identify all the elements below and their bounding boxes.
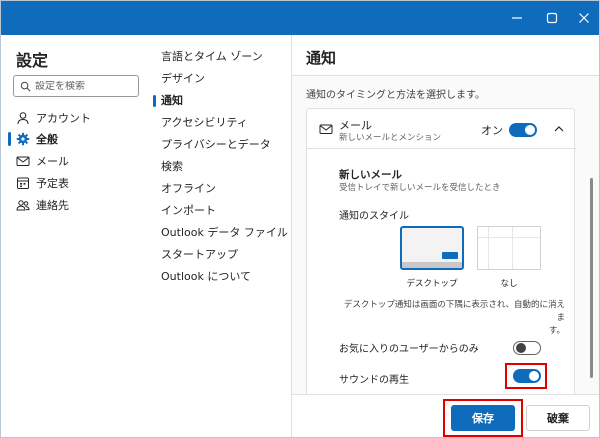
subnav-item-startup[interactable]: スタートアップ	[161, 247, 238, 263]
subnav-item-search[interactable]: 検索	[161, 159, 183, 175]
scrollbar-thumb[interactable]	[590, 178, 593, 378]
mail-card-subtitle: 新しいメールとメンション	[339, 133, 442, 143]
notifications-pane: 通知 通知のタイミングと方法を選択します。 メール 新しいメールとメンション オ…	[291, 35, 599, 437]
settings-window: 設定 アカウント 全般 メール 予定表 連絡先 言語とタイム ゾーン デザ	[0, 0, 600, 438]
mail-notification-card: メール 新しいメールとメンション オン 新しいメール 受信トレイで新しいメールを…	[306, 108, 576, 394]
settings-title: 設定	[16, 51, 49, 70]
settings-sidebar: 設定 アカウント 全般 メール 予定表 連絡先	[1, 35, 151, 437]
search-input[interactable]	[35, 80, 135, 92]
discard-button[interactable]: 破棄	[526, 405, 590, 431]
new-mail-title: 新しいメール	[339, 169, 402, 181]
maximize-icon[interactable]	[543, 9, 561, 27]
subnav-item-data-files[interactable]: Outlook データ ファイル	[161, 225, 288, 241]
taskbar-preview	[402, 262, 462, 268]
page-title: 通知	[306, 49, 337, 67]
title-bar	[1, 1, 599, 35]
style-option-desktop[interactable]	[400, 226, 464, 270]
desktop-note-line: デスクトップ通知は画面の下隅に表示され、自動的に消えま	[343, 300, 565, 323]
toggle-knob	[516, 343, 526, 353]
person-icon	[17, 112, 29, 125]
toggle-knob	[525, 125, 535, 135]
subnav-item-language[interactable]: 言語とタイム ゾーン	[161, 49, 263, 65]
mail-icon	[319, 124, 333, 134]
toggle-knob	[529, 371, 539, 381]
contacts-icon	[16, 200, 30, 211]
sidebar-item-label: 全般	[36, 133, 58, 146]
subnav-item-offline[interactable]: オフライン	[161, 181, 216, 197]
search-box[interactable]	[13, 75, 139, 97]
sidebar-item-account[interactable]: アカウント	[16, 109, 91, 127]
style-option-none[interactable]	[477, 226, 541, 270]
desktop-notification-preview	[442, 252, 458, 259]
subnav-item-design[interactable]: デザイン	[161, 71, 205, 87]
preview-line	[512, 227, 513, 269]
gear-icon	[16, 132, 30, 146]
subnav-item-privacy[interactable]: プライバシーとデータ	[161, 137, 271, 153]
preview-line	[488, 227, 489, 269]
desktop-note: デスクトップ通知は画面の下隅に表示され、自動的に消えま す。	[343, 299, 565, 338]
save-button[interactable]: 保存	[451, 405, 515, 431]
style-option-desktop-label: デスクトップ	[406, 279, 458, 289]
preview-line	[478, 237, 540, 238]
style-option-none-label: なし	[500, 279, 518, 289]
settings-subnav: 言語とタイム ゾーン デザイン 通知 アクセシビリティ プライバシーとデータ 検…	[151, 35, 291, 437]
mail-card-header[interactable]: メール 新しいメールとメンション オン	[307, 109, 576, 149]
footer: 保存 破棄	[292, 394, 599, 437]
notification-style-label: 通知のスタイル	[339, 211, 409, 222]
scrollbar[interactable]	[589, 82, 595, 388]
active-indicator	[8, 132, 11, 146]
new-mail-subtitle: 受信トレイで新しいメールを受信したとき	[339, 183, 501, 193]
favorites-only-toggle[interactable]	[513, 341, 541, 355]
sidebar-item-mail[interactable]: メール	[16, 152, 69, 170]
minimize-icon[interactable]	[508, 9, 526, 27]
active-indicator	[153, 95, 156, 107]
chevron-up-icon[interactable]	[553, 123, 565, 135]
desktop-note-line: す。	[548, 326, 565, 336]
sidebar-item-calendar[interactable]: 予定表	[16, 174, 69, 192]
sidebar-item-general[interactable]: 全般	[16, 130, 58, 148]
sidebar-item-label: 連絡先	[36, 199, 69, 212]
toggle-state-label: オン	[481, 124, 503, 137]
pane-description: 通知のタイミングと方法を選択します。	[306, 90, 485, 101]
sidebar-item-label: メール	[36, 155, 69, 168]
subnav-item-about[interactable]: Outlook について	[161, 269, 251, 285]
subnav-item-notifications[interactable]: 通知	[161, 93, 183, 109]
scroll-area: 通知のタイミングと方法を選択します。 メール 新しいメールとメンション オン 新…	[292, 76, 599, 394]
mail-icon	[16, 156, 30, 166]
play-sound-toggle[interactable]	[513, 369, 541, 383]
favorites-only-label: お気に入りのユーザーからのみ	[339, 344, 479, 355]
sidebar-item-contacts[interactable]: 連絡先	[16, 196, 69, 214]
calendar-icon	[17, 177, 29, 189]
play-sound-label: サウンドの再生	[339, 375, 409, 386]
sidebar-item-label: アカウント	[36, 112, 91, 125]
close-icon[interactable]	[575, 9, 593, 27]
subnav-item-import[interactable]: インポート	[161, 203, 216, 219]
sidebar-item-label: 予定表	[36, 177, 69, 190]
search-icon	[20, 81, 31, 91]
mail-notifications-toggle[interactable]	[509, 123, 537, 137]
subnav-item-accessibility[interactable]: アクセシビリティ	[161, 115, 248, 131]
